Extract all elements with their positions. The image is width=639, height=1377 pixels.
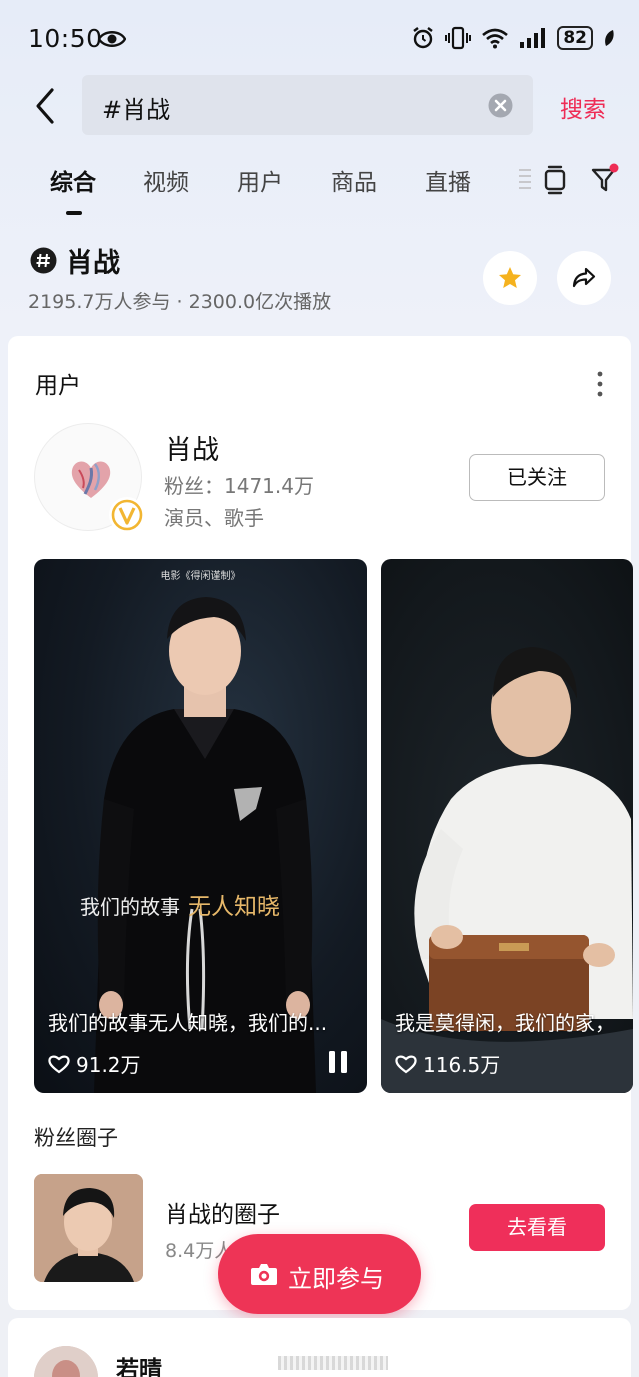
tab-comprehensive[interactable]: 综合 (50, 163, 96, 197)
camera-icon (251, 1264, 277, 1285)
user-name[interactable]: 肖战 (165, 428, 219, 467)
search-input[interactable]: #肖战 (82, 75, 533, 135)
more-tabs-fade (519, 169, 531, 189)
go-see-button[interactable]: 去看看 (469, 1204, 605, 1251)
topic-stats: 2195.7万人参与 · 2300.0亿次播放 (28, 291, 332, 313)
user-fans-count: 粉丝：1471.4万 (164, 474, 314, 498)
video-overlay-text: 我们的故事 无人知晓 (80, 887, 280, 921)
next-user-avatar[interactable] (34, 1346, 98, 1377)
video-likes: 116.5万 (395, 1049, 500, 1078)
join-now-label: 立即参与 (288, 1265, 384, 1293)
fan-circle-name[interactable]: 肖战的圈子 (165, 1195, 280, 1229)
clear-icon[interactable] (488, 93, 513, 118)
video-likes: 91.2万 (48, 1049, 141, 1078)
share-button[interactable] (557, 251, 611, 305)
topic-title: 肖战 (66, 248, 120, 279)
eye-icon (98, 31, 126, 47)
overlay-text-accent: 无人知晓 (188, 894, 280, 920)
heart-icon (395, 1055, 417, 1073)
filter-icon[interactable] (590, 163, 620, 195)
next-user-name[interactable]: 若晴_ (116, 1350, 174, 1377)
film-caption: 电影《得闲谨制》 (160, 571, 241, 582)
tab-panel-icon[interactable] (542, 165, 568, 195)
more-options-icon[interactable] (595, 370, 605, 398)
video-title: 我是莫得闲，我们的家， (395, 1011, 615, 1035)
share-icon (572, 267, 596, 288)
hashtag-icon (30, 247, 57, 274)
fan-circle-portrait (34, 1174, 143, 1282)
next-user-avatar-image (34, 1346, 98, 1377)
pause-icon[interactable] (327, 1050, 349, 1074)
overlay-text-main: 我们的故事 (80, 895, 180, 919)
likes-count: 91.2万 (76, 1053, 141, 1077)
search-query: #肖战 (102, 96, 171, 124)
next-result-card: 若晴_ (8, 1318, 631, 1377)
status-bar: 10:50 82 (0, 0, 639, 80)
join-now-button[interactable]: 立即参与 (218, 1234, 421, 1314)
back-arrow-icon[interactable] (30, 86, 60, 126)
active-tab-indicator (66, 211, 82, 215)
status-time: 10:50 (28, 24, 103, 53)
heart-icon (48, 1055, 70, 1073)
wifi-icon (482, 28, 509, 49)
signal-icon (520, 28, 546, 48)
tab-live[interactable]: 直播 (425, 163, 471, 197)
results-card: 用户 肖战 粉丝：1471.4万 演员、歌手 已关注 电影《得闲谨制》 我们的故… (8, 336, 633, 1310)
video-card[interactable]: 电影《得闲谨制》 我们的故事 无人知晓 我们的故事无人知晓，我们的... 91.2… (34, 559, 367, 1093)
tab-products[interactable]: 商品 (331, 163, 377, 197)
following-button[interactable]: 已关注 (469, 454, 605, 501)
video-card[interactable]: 我是莫得闲，我们的家， 116.5万 (381, 559, 633, 1093)
fan-circle-title: 粉丝圈子 (34, 1126, 118, 1150)
fan-circle-image[interactable] (34, 1174, 143, 1282)
user-section-title: 用户 (35, 373, 81, 399)
star-icon (499, 267, 521, 288)
tab-videos[interactable]: 视频 (143, 163, 189, 197)
next-user-detail-blur (278, 1356, 388, 1370)
video-title: 我们的故事无人知晓，我们的... (48, 1011, 328, 1035)
user-profession: 演员、歌手 (164, 506, 264, 530)
search-button[interactable]: 搜索 (560, 90, 606, 124)
alarm-icon (413, 27, 434, 49)
battery-icon: 82 (557, 26, 593, 50)
verified-badge-icon (109, 497, 145, 533)
status-icons: 82 (411, 26, 615, 50)
leaf-icon (605, 30, 614, 46)
vibrate-icon (445, 26, 472, 50)
favorite-button[interactable] (483, 251, 537, 305)
likes-count: 116.5万 (423, 1053, 501, 1077)
tab-users[interactable]: 用户 (237, 163, 283, 197)
